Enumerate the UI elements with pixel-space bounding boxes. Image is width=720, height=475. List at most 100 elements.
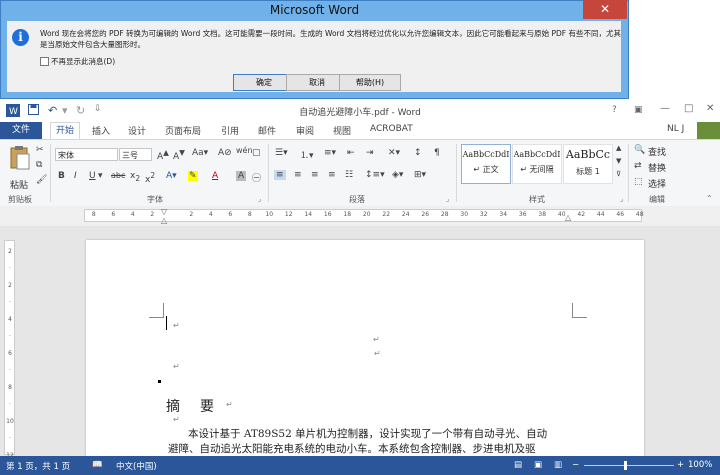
asian-layout-icon[interactable]: ✕▾ <box>388 148 400 158</box>
select-button[interactable]: 选择 <box>648 177 666 190</box>
web-layout-icon[interactable]: ▥ <box>554 460 562 470</box>
grow-font-icon[interactable]: A▲ <box>157 148 169 162</box>
phonetic-guide-icon[interactable]: wén <box>236 146 253 155</box>
tab-design[interactable]: 设计 <box>128 124 146 137</box>
format-painter-icon[interactable]: 🖌 <box>36 175 47 185</box>
styles-scroll-up-icon[interactable]: ▲ <box>616 144 621 152</box>
ruler-tick-label: 34 <box>499 211 508 218</box>
zoom-in-icon[interactable]: + <box>677 460 684 470</box>
tab-view[interactable]: 视图 <box>333 124 351 137</box>
italic-icon[interactable]: I <box>74 171 77 181</box>
avatar[interactable] <box>697 122 720 139</box>
styles-more-icon[interactable]: ⊽ <box>616 170 621 178</box>
tab-file[interactable]: 文件 <box>0 122 42 139</box>
distributed-icon[interactable]: ☷ <box>345 170 353 180</box>
tab-home[interactable]: 开始 <box>50 122 80 139</box>
zoom-out-icon[interactable]: − <box>572 460 579 470</box>
help-icon[interactable]: ? <box>612 105 617 115</box>
print-layout-icon[interactable]: ▣ <box>534 460 542 470</box>
dialog-close-button[interactable]: ✕ <box>583 0 627 19</box>
hanging-indent-icon[interactable]: △ <box>161 216 167 225</box>
language-status[interactable]: 中文(中国) <box>116 460 157 472</box>
close-icon[interactable]: ✕ <box>706 103 714 114</box>
tab-layout[interactable]: 页面布局 <box>165 124 201 137</box>
highlight-icon[interactable]: ✎ <box>188 171 198 181</box>
style-heading-1[interactable]: AaBbCc 标题 1 <box>563 144 613 184</box>
underline-icon[interactable]: U <box>89 171 96 181</box>
cut-icon[interactable]: ✂ <box>36 145 44 155</box>
borders-icon[interactable]: ⊞▾ <box>414 170 426 180</box>
align-left-icon[interactable]: ≡ <box>274 170 286 180</box>
collapse-ribbon-icon[interactable]: ⌃ <box>706 194 713 203</box>
vertical-ruler-tick-label: · <box>9 333 11 340</box>
font-dialog-launcher-icon[interactable]: ⌟ <box>258 195 261 203</box>
sort-icon[interactable]: ↕ <box>414 148 422 158</box>
style-normal[interactable]: AaBbCcDdI ↵ 正文 <box>461 144 511 184</box>
change-case-icon[interactable]: Aa▾ <box>192 148 208 158</box>
paragraph-dialog-launcher-icon[interactable]: ⌟ <box>446 195 449 203</box>
numbering-icon[interactable]: ⒈▾ <box>300 148 314 161</box>
editing-group-label: 编辑 <box>649 195 665 204</box>
underline-dropdown-icon[interactable]: ▾ <box>98 171 103 181</box>
dont-show-again-checkbox[interactable] <box>40 57 49 66</box>
increase-indent-icon[interactable]: ⇥ <box>366 148 374 158</box>
line-spacing-icon[interactable]: ↕≡▾ <box>365 170 385 180</box>
styles-dialog-launcher-icon[interactable]: ⌟ <box>620 195 623 203</box>
tab-insert[interactable]: 插入 <box>92 124 110 137</box>
zoom-slider[interactable] <box>584 465 674 466</box>
char-border-icon[interactable]: ▢ <box>252 148 261 158</box>
abstract-heading[interactable]: 摘要 <box>166 396 234 416</box>
show-marks-icon[interactable]: ¶ <box>434 148 440 158</box>
tab-references[interactable]: 引用 <box>221 124 239 137</box>
shrink-font-icon[interactable]: A▼ <box>173 148 185 162</box>
font-size-select[interactable]: 三号 <box>119 148 152 161</box>
font-color-icon[interactable]: A <box>212 171 218 181</box>
align-center-icon[interactable]: ≡ <box>294 170 302 180</box>
vertical-ruler-tick-label: · <box>9 265 11 272</box>
paste-button-label[interactable]: 粘贴 <box>10 178 28 191</box>
ribbon-options-icon[interactable]: ▣ <box>634 105 643 115</box>
style-no-spacing[interactable]: AaBbCcDdI ↵ 无间隔 <box>512 144 562 184</box>
replace-icon[interactable]: ⇄ <box>634 161 642 171</box>
document-page[interactable] <box>86 240 644 456</box>
enclose-char-icon[interactable]: ㊀ <box>252 171 261 184</box>
read-mode-icon[interactable]: ▤ <box>514 460 522 470</box>
tab-review[interactable]: 审阅 <box>296 124 314 137</box>
user-name[interactable]: NL J <box>667 124 684 134</box>
tab-acrobat[interactable]: ACROBAT <box>370 124 413 134</box>
page-count[interactable]: 第 1 页，共 1 页 <box>6 460 70 472</box>
right-indent-icon[interactable]: △ <box>565 213 571 222</box>
replace-button[interactable]: 替换 <box>648 161 666 174</box>
paste-icon[interactable] <box>9 145 31 174</box>
dont-show-again-label[interactable]: 不再显示此消息(D) <box>51 56 115 67</box>
maximize-icon[interactable]: □ <box>684 103 693 114</box>
subscript-icon[interactable]: x2 <box>130 171 140 183</box>
justify-icon[interactable]: ≡ <box>328 170 336 180</box>
styles-scroll-down-icon[interactable]: ▼ <box>616 157 621 165</box>
select-icon[interactable]: ⬚ <box>634 177 643 187</box>
proofing-icon[interactable]: 📖 <box>92 460 103 470</box>
shading-icon[interactable]: ◈▾ <box>392 170 403 180</box>
zoom-slider-handle[interactable] <box>624 461 627 470</box>
multilevel-list-icon[interactable]: ≡▾ <box>324 148 336 158</box>
zoom-level[interactable]: 100% <box>688 460 712 470</box>
tab-mailings[interactable]: 邮件 <box>258 124 276 137</box>
help-button[interactable]: 帮助(H) <box>339 74 401 91</box>
char-shading-icon[interactable]: A <box>236 171 247 181</box>
superscript-icon[interactable]: x2 <box>145 171 155 185</box>
ruler-tick-label: 30 <box>460 211 469 218</box>
find-button[interactable]: 查找 <box>648 145 666 158</box>
style-preview: AaBbCc <box>565 148 611 161</box>
font-name-select[interactable]: 宋体 <box>55 148 118 161</box>
find-icon[interactable]: 🔍 <box>634 145 645 155</box>
clear-format-icon[interactable]: A⊘ <box>218 148 232 158</box>
text-effects-icon[interactable]: A▾ <box>166 171 177 181</box>
bullets-icon[interactable]: ☰▾ <box>275 148 288 158</box>
align-right-icon[interactable]: ≡ <box>311 170 319 180</box>
strikethrough-icon[interactable]: abc <box>111 171 125 180</box>
bold-icon[interactable]: B <box>58 171 65 181</box>
minimize-icon[interactable]: — <box>660 103 670 114</box>
decrease-indent-icon[interactable]: ⇤ <box>347 148 355 158</box>
copy-icon[interactable]: ⧉ <box>36 160 42 170</box>
first-line-indent-icon[interactable]: ▽ <box>161 207 167 216</box>
